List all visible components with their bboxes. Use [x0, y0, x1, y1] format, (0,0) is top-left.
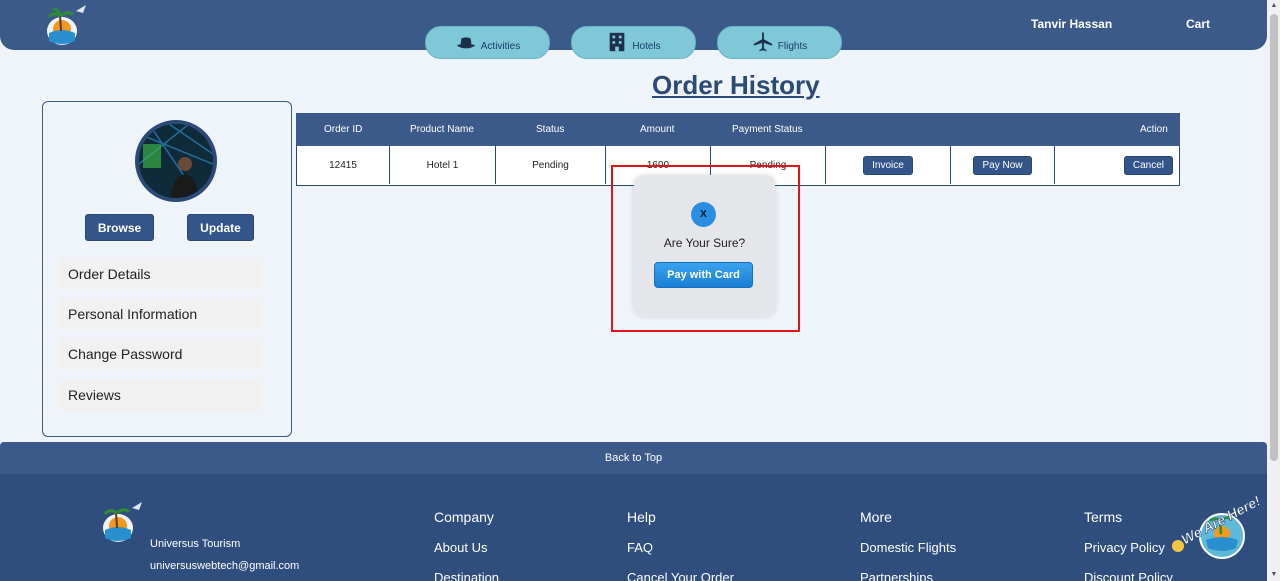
cell-order-id: 12415 [297, 146, 390, 184]
nav-activities-label: Activities [480, 41, 521, 52]
nav-activities[interactable]: Activities [425, 26, 550, 59]
menu-order-details[interactable]: Order Details [59, 258, 262, 290]
footer-brand: Universus Tourism [150, 538, 241, 550]
cell-product: Hotel 1 [390, 146, 496, 184]
profile-sidebar: Browse Update Order Details Personal Inf… [42, 101, 292, 437]
user-name[interactable]: Tanvir Hassan [1031, 17, 1112, 31]
hat-icon [456, 37, 475, 49]
cell-invoice: Invoice [826, 146, 951, 184]
footer-link-about-us[interactable]: About Us [434, 540, 487, 555]
footer-link-destination[interactable]: Destination [434, 570, 499, 581]
browse-button[interactable]: Browse [85, 214, 154, 241]
update-button[interactable]: Update [187, 214, 254, 241]
back-to-top-link[interactable]: Back to Top [0, 442, 1267, 474]
nav-hotels-label: Hotels [632, 41, 661, 52]
chat-badge-icon[interactable]: We Are Here! [1170, 490, 1268, 570]
cell-cancel: Cancel [1055, 146, 1179, 184]
cart-link[interactable]: Cart [1186, 17, 1210, 31]
scrollbar-thumb[interactable] [1270, 14, 1278, 461]
nav-flights[interactable]: Flights [717, 26, 842, 59]
highlight-box [611, 165, 800, 332]
cell-pay-now: Pay Now [951, 146, 1055, 184]
header-order-id: Order ID [324, 124, 363, 135]
page-title: Order History [652, 70, 820, 100]
footer-col-company: Company [434, 509, 494, 525]
footer-link-partnerships[interactable]: Partnerships [860, 570, 933, 581]
footer-link-privacy-policy[interactable]: Privacy Policy [1084, 540, 1165, 555]
pay-now-button[interactable]: Pay Now [973, 155, 1032, 175]
scroll-up-icon[interactable]: ▲ [1268, 0, 1280, 12]
footer: Universus Tourism universuswebtech@gmail… [0, 474, 1267, 581]
nav-flights-label: Flights [777, 41, 808, 52]
plane-icon [753, 32, 772, 52]
header-payment-status: Payment Status [732, 124, 803, 135]
menu-change-password[interactable]: Change Password [59, 338, 262, 370]
nav-hotels[interactable]: Hotels [571, 26, 696, 59]
scroll-down-icon[interactable]: ▼ [1268, 569, 1280, 581]
footer-col-help: Help [627, 509, 656, 525]
header-product-name: Product Name [410, 124, 474, 135]
footer-logo-icon [103, 502, 142, 542]
header-action: Action [1140, 124, 1168, 135]
footer-link-cancel-order[interactable]: Cancel Your Order [627, 570, 734, 581]
footer-col-terms: Terms [1084, 509, 1123, 525]
table-header: Order ID Product Name Status Amount Paym… [296, 113, 1180, 146]
avatar [135, 120, 217, 202]
cell-status: Pending [496, 146, 606, 184]
footer-link-domestic-flights[interactable]: Domestic Flights [860, 540, 956, 555]
menu-personal-information[interactable]: Personal Information [59, 298, 262, 330]
footer-col-more: More [860, 509, 892, 525]
header-amount: Amount [640, 124, 675, 135]
hotel-icon [609, 32, 625, 52]
invoice-button[interactable]: Invoice [863, 155, 913, 175]
footer-link-faq[interactable]: FAQ [627, 540, 653, 555]
menu-reviews[interactable]: Reviews [59, 379, 262, 411]
footer-email[interactable]: universuswebtech@gmail.com [150, 560, 299, 572]
header-status: Status [536, 124, 565, 135]
logo-icon[interactable] [40, 3, 88, 49]
cancel-order-button[interactable]: Cancel [1123, 155, 1173, 175]
footer-link-discount-policy[interactable]: Discount Policy [1084, 570, 1173, 581]
